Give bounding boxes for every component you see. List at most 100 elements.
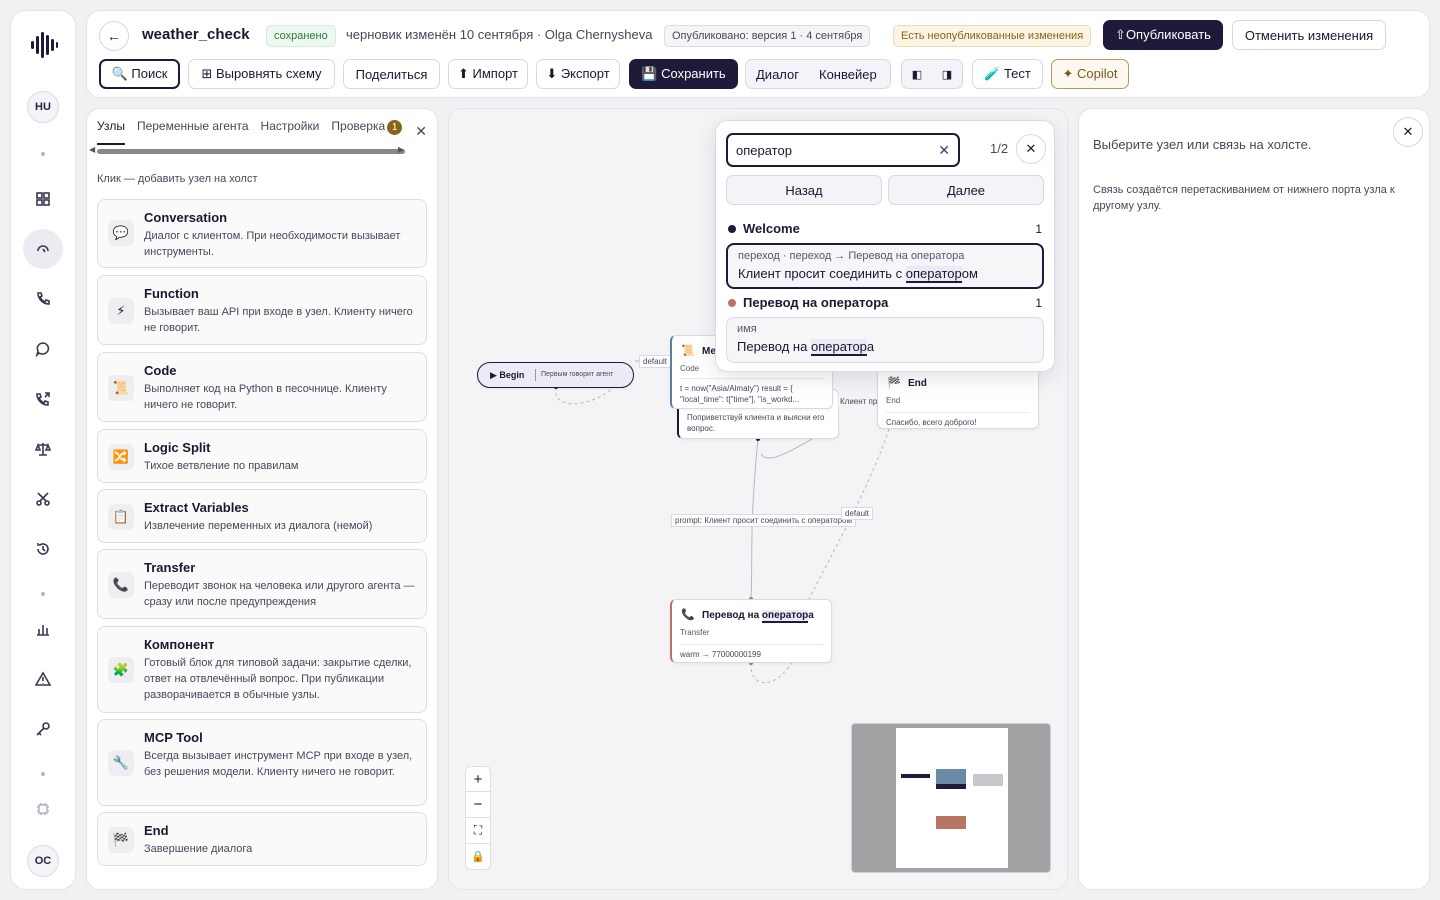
headset-icon [37,245,49,253]
minimap-viewport [896,728,1008,868]
rail-alerts[interactable] [23,659,63,699]
clear-search-icon[interactable]: ✕ [938,142,950,159]
close-inspector-button[interactable]: ✕ [1393,117,1423,147]
align-layout-button[interactable]: ⊞ Выровнять схему [188,59,335,89]
search-next-button[interactable]: Далее [888,175,1044,205]
result-match: Перевод на оператора [737,339,875,356]
scroll-left-icon[interactable]: ◀ [89,145,95,154]
bar-chart-icon [37,625,49,636]
edge-label-default[interactable]: default [841,507,874,520]
node-card-mcp-tool[interactable]: 🔧 MCP Tool Всегда вызывает инструмент MC… [97,719,427,806]
rail-compliance[interactable] [23,429,63,469]
toggle-left-panel-icon[interactable]: ◧ [912,68,922,81]
search-result-item[interactable]: переход · переход → Перевод на оператора… [726,243,1044,289]
begin-node[interactable]: ▶ Begin Первым говорит агент [477,362,634,388]
transfer-node-type: Transfer [680,628,710,637]
clipboard-icon: 📋 [108,504,134,530]
node-card-name: Transfer [144,560,196,575]
back-button[interactable]: ← [99,21,129,51]
toggle-right-panel-icon[interactable]: ◨ [942,68,952,81]
lightning-icon: ⚡ [108,298,134,324]
node-card-desc: Всегда вызывает инструмент MCP при входе… [144,750,413,778]
scroll-icon: 📜 [108,375,134,401]
tabs-scrollbar[interactable] [97,149,405,154]
tab-nodes[interactable]: Узлы [97,119,125,145]
search-input[interactable]: оператор ✕ [726,133,960,167]
chat-icon: 💬 [108,220,134,246]
save-button[interactable]: 💾 Сохранить [629,59,738,89]
node-card-transfer[interactable]: 📞 Transfer Переводит звонок на человека … [97,549,427,619]
import-button[interactable]: ⬆ Импорт [448,59,528,89]
rail-calls[interactable] [23,279,63,319]
node-card-desc: Выполняет код на Python в песочнице. Кли… [144,383,387,411]
node-card-component[interactable]: 🧩 Компонент Готовый блок для типовой зад… [97,626,427,713]
test-button[interactable]: 🧪 Тест [972,59,1043,89]
rail-chats[interactable] [23,329,63,369]
search-button[interactable]: 🔍 Поиск [99,59,180,89]
copilot-button[interactable]: ✦ Copilot [1051,59,1129,89]
transfer-node[interactable]: 📞 Перевод на оператора Transfer warm → 7… [670,599,832,663]
rail-settings[interactable] [23,789,63,829]
edge-label-prompt[interactable]: prompt: Клиент просит соединить с операт… [671,514,856,527]
mode-pipeline-tab[interactable]: Конвейер [809,67,887,82]
zoom-in-button[interactable]: + [465,766,491,792]
rail-keys[interactable] [23,709,63,749]
tab-settings[interactable]: Настройки [261,119,320,145]
node-card-function[interactable]: ⚡ Function Вызывает ваш API при входе в … [97,275,427,345]
begin-label: ▶ Begin [490,370,525,380]
check-count-badge: 1 [387,120,403,135]
rail-analytics[interactable] [23,609,63,649]
node-card-name: Extract Variables [144,500,249,515]
node-card-desc: Диалог с клиентом. При необходимости выз… [144,230,401,258]
tab-check[interactable]: Проверка 1 [331,119,403,145]
phone-outgoing-icon [36,392,50,406]
code-node-title: Me [702,346,716,357]
arrow-left-icon: ← [107,28,121,44]
end-node[interactable]: 🏁 End End Спасибо, всего доброго! [877,367,1039,429]
close-panel-icon[interactable]: ✕ [415,123,427,140]
rail-tools[interactable] [23,479,63,519]
node-card-code[interactable]: 📜 Code Выполняет код на Python в песочни… [97,352,427,422]
minimap[interactable] [851,723,1051,873]
node-card-name: Logic Split [144,440,211,455]
tab-agent-variables[interactable]: Переменные агента [137,119,249,145]
wrench-icon: 🔧 [108,750,134,776]
phone-icon: 📞 [108,572,134,598]
scales-icon [35,442,51,456]
group-name: Перевод на оператора [743,295,889,310]
agent-title: weather_check [142,26,250,43]
mode-dialog-tab[interactable]: Диалог [746,67,809,82]
rail-agents[interactable] [23,229,63,269]
grid-icon [36,192,50,206]
export-button[interactable]: ⬇ Экспорт [536,59,620,89]
search-result-item[interactable]: имя Перевод на оператора [726,317,1044,363]
zoom-out-button[interactable]: − [465,792,491,818]
draft-info: черновик изменён 10 сентября · Olga Cher… [346,27,653,42]
publish-button[interactable]: ⇧Опубликовать [1103,20,1223,50]
revert-changes-button[interactable]: Отменить изменения [1232,20,1386,50]
node-card-logic-split[interactable]: 🔀 Logic Split Тихое ветвление по правила… [97,429,427,483]
close-search-button[interactable]: ✕ [1016,134,1046,164]
flag-icon: 🏁 [108,827,134,853]
share-button[interactable]: Поделиться [343,59,440,89]
user-avatar[interactable]: HU [27,91,59,123]
edge-label-client[interactable]: Клиент пр [837,396,881,407]
node-card-desc: Готовый блок для типовой задачи: закрыти… [144,657,412,701]
transfer-node-title: Перевод на оператора [702,610,814,623]
lock-button[interactable]: 🔒 [465,844,491,870]
rail-outbound[interactable] [23,379,63,419]
org-avatar[interactable]: OC [27,845,59,877]
rail-dashboard[interactable] [23,179,63,219]
search-prev-button[interactable]: Назад [726,175,882,205]
scroll-right-icon[interactable]: ▶ [398,145,404,154]
edge-label-default[interactable]: default [639,355,672,368]
node-card-extract-variables[interactable]: 📋 Extract Variables Извлечение переменны… [97,489,427,543]
panel-toggle-group: ◧ ◨ [901,59,963,89]
fit-view-button[interactable]: ⛶ [465,818,491,844]
node-card-conversation[interactable]: 💬 Conversation Диалог с клиентом. При не… [97,199,427,268]
close-icon: ✕ [1402,124,1414,139]
rail-history[interactable] [23,529,63,569]
node-card-end[interactable]: 🏁 End Завершение диалога [97,812,427,866]
node-palette-panel: Узлы Переменные агента Настройки Проверк… [86,108,438,890]
rail-divider-dot [41,592,45,596]
